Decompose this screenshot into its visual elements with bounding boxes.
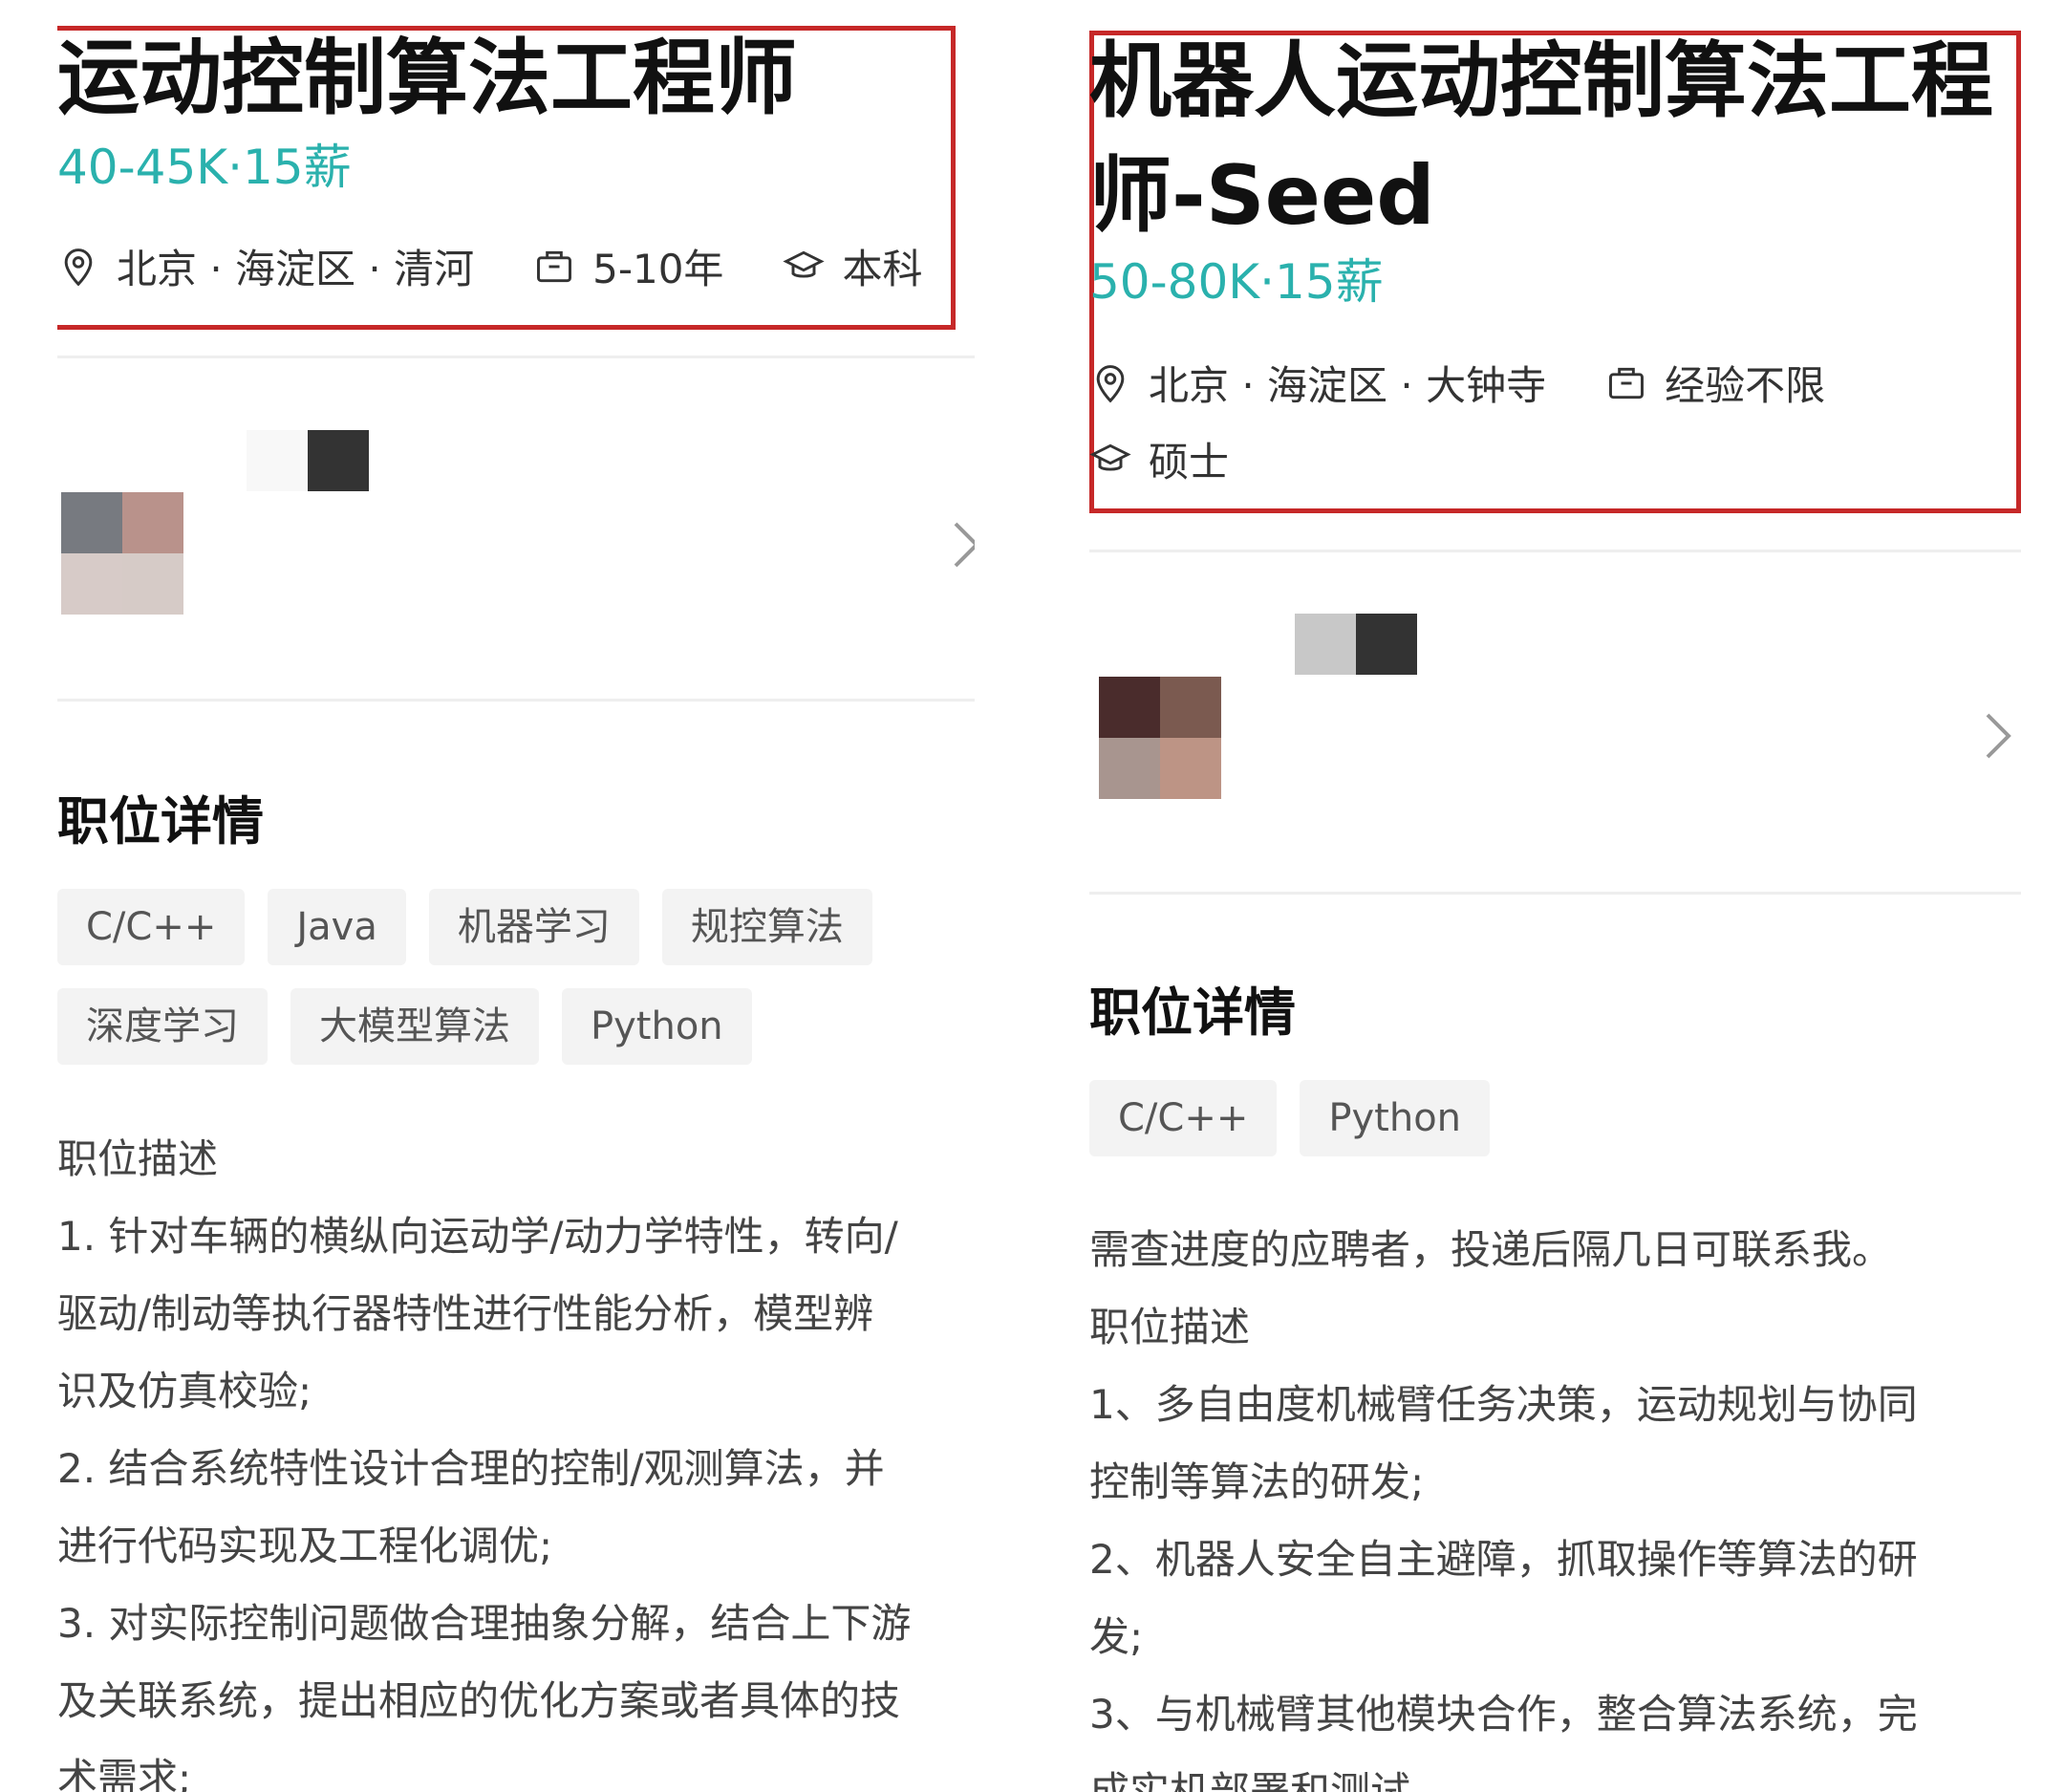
job-detail-right: 机器人运动控制算法工程 师-Seed 50-80K·15薪 北京 · 海淀区 · … — [1089, 0, 2026, 1792]
location: 北京 · 海淀区 · 大钟寺 — [1089, 354, 1546, 412]
logo-pixel — [122, 553, 183, 615]
company-name-blurred — [247, 430, 369, 491]
graduation-cap-icon — [783, 250, 826, 278]
job-meta: 北京 · 海淀区 · 清河 5-10年 本科 — [57, 237, 922, 295]
description-line: 2、机器人安全自主避障，抓取操作等算法的研 — [1089, 1536, 1918, 1583]
salary: 50-80K·15薪 — [1089, 254, 1384, 310]
skill-tag[interactable]: Python — [1300, 1080, 1491, 1156]
skill-tag[interactable]: 大模型算法 — [290, 988, 539, 1065]
job-detail-left: 运动控制算法工程师 40-45K·15薪 北京 · 海淀区 · 清河 5-10年… — [57, 0, 975, 1792]
divider — [57, 356, 975, 358]
location-pin-icon — [1096, 364, 1125, 402]
company-name-blurred — [1295, 614, 1417, 675]
description-line: 识及仿真校验; — [57, 1368, 312, 1414]
job-meta: 北京 · 海淀区 · 大钟寺 经验不限 — [1089, 354, 1825, 412]
job-description: 职位描述 1. 针对车辆的横纵向运动学/动力学特性，转向/驱动/制动等执行器特性进… — [57, 1120, 975, 1792]
skill-tag[interactable]: 深度学习 — [57, 988, 268, 1065]
graduation-cap-icon — [1089, 443, 1131, 471]
job-description: 需查进度的应聘者，投递后隔几日可联系我。 职位描述 1、多自由度机械臂任务决策，运动… — [1089, 1211, 2026, 1792]
education: 本科 — [783, 237, 922, 295]
description-line: 控制等算法的研发; — [1089, 1458, 1425, 1505]
company-logo — [61, 492, 183, 615]
logo-pixel — [61, 553, 122, 615]
skill-tag[interactable]: C/C++ — [1089, 1080, 1278, 1156]
job-title-line1: 机器人运动控制算法工程 — [1089, 33, 1993, 129]
description-line: 职位描述 — [1089, 1304, 1251, 1350]
salary: 40-45K·15薪 — [57, 140, 352, 195]
blur-pixel — [1356, 614, 1417, 675]
job-title: 机器人运动控制算法工程 师-Seed — [1089, 24, 1993, 253]
experience: 经验不限 — [1605, 354, 1825, 412]
logo-pixel — [1099, 677, 1160, 738]
location-pin-icon — [64, 248, 93, 286]
skill-tags: C/C++ Python — [1089, 1080, 1949, 1156]
divider — [57, 699, 975, 702]
blur-pixel — [247, 430, 308, 491]
description-line: 3、与机械臂其他模块合作，整合算法系统，完 — [1089, 1691, 1918, 1738]
divider — [1089, 892, 2021, 895]
skill-tag[interactable]: C/C++ — [57, 889, 246, 965]
logo-pixel — [1099, 738, 1160, 799]
job-title: 运动控制算法工程师 — [57, 31, 797, 126]
experience: 5-10年 — [533, 237, 723, 295]
skill-tag[interactable]: 机器学习 — [428, 889, 639, 965]
experience-text: 经验不限 — [1665, 362, 1826, 409]
skill-tags: C/C++ Java 机器学习 规控算法深度学习 大模型算法 Python — [57, 889, 917, 1065]
location-text: 北京 · 海淀区 · 大钟寺 — [1149, 362, 1547, 409]
education-text: 本科 — [842, 246, 923, 292]
description-line: 3. 对实际控制问题做合理抽象分解，结合上下游 — [57, 1600, 912, 1647]
divider — [1089, 550, 2021, 552]
briefcase-icon — [537, 250, 572, 282]
blur-pixel — [308, 430, 369, 491]
description-line: 进行代码实现及工程化调优; — [57, 1522, 553, 1569]
company-logo — [1099, 677, 1221, 799]
skill-tag[interactable]: Java — [268, 889, 406, 965]
description-line: 需查进度的应聘者，投递后隔几日可联系我。 — [1089, 1226, 1893, 1273]
description-line: 发; — [1089, 1613, 1144, 1660]
experience-text: 5-10年 — [592, 246, 724, 292]
education: 硕士 — [1089, 430, 1229, 488]
description-line: 职位描述 — [57, 1135, 219, 1182]
description-line: 驱动/制动等执行器特性进行性能分析，模型辨 — [57, 1290, 874, 1337]
chevron-right-icon[interactable] — [1978, 707, 2016, 765]
blur-pixel — [1295, 614, 1356, 675]
logo-pixel — [122, 492, 183, 553]
description-line: 2. 结合系统特性设计合理的控制/观测算法，并 — [57, 1445, 885, 1492]
job-meta-education: 硕士 — [1089, 430, 1229, 488]
logo-pixel — [61, 492, 122, 553]
chevron-right-icon[interactable] — [946, 516, 975, 573]
description-line: 1. 针对车辆的横纵向运动学/动力学特性，转向/ — [57, 1213, 898, 1260]
description-line: 1、多自由度机械臂任务决策，运动规划与协同 — [1089, 1381, 1918, 1428]
description-line: 成实机部署和测试。 — [1089, 1768, 1451, 1792]
company-card[interactable] — [57, 363, 975, 698]
description-line: 及关联系统，提出相应的优化方案或者具体的技 — [57, 1677, 901, 1724]
location-text: 北京 · 海淀区 · 清河 — [117, 246, 475, 292]
section-title: 职位详情 — [57, 791, 264, 852]
job-title-line2: 师-Seed — [1089, 148, 1435, 244]
logo-pixel — [1160, 677, 1221, 738]
section-title: 职位详情 — [1089, 982, 1296, 1043]
company-card[interactable] — [1089, 554, 2021, 889]
description-line: 术需求; — [57, 1755, 192, 1792]
location: 北京 · 海淀区 · 清河 — [57, 237, 474, 295]
skill-tag[interactable]: 规控算法 — [661, 889, 872, 965]
logo-pixel — [1160, 738, 1221, 799]
skill-tag[interactable]: Python — [562, 988, 752, 1065]
education-text: 硕士 — [1149, 439, 1230, 486]
briefcase-icon — [1609, 367, 1645, 399]
